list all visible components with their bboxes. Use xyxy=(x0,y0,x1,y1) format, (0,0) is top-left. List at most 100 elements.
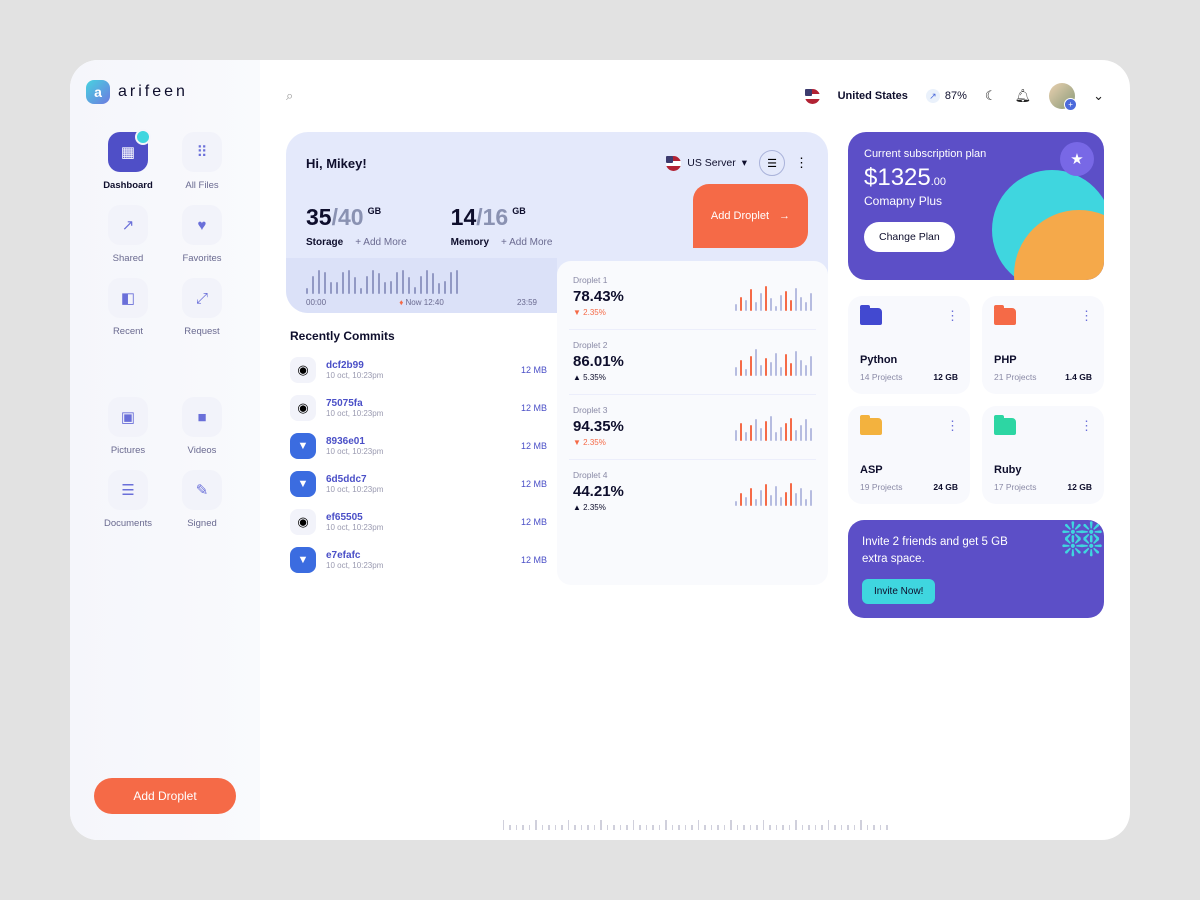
commits-list: ◉ dcf2b9910 oct, 10:23pm 12 MB◉ 75075fa1… xyxy=(290,357,547,573)
commit-time: 10 oct, 10:23pm xyxy=(326,523,511,532)
sidebar-item-recent[interactable]: ◧ Recent xyxy=(94,278,162,337)
brand-name: arifeen xyxy=(118,83,188,101)
bell-icon[interactable]: 🔔︎ xyxy=(1015,88,1032,104)
github-icon: ◉ xyxy=(290,395,316,421)
droplet-name: Droplet 3 xyxy=(573,405,727,415)
commit-time: 10 oct, 10:23pm xyxy=(326,447,511,456)
avatar[interactable] xyxy=(1049,83,1075,109)
folder-name: ASP xyxy=(860,464,958,476)
sidebar-item-shared[interactable]: ↗Shared xyxy=(94,205,162,264)
nav-label: Request xyxy=(184,326,219,337)
nav-tile-icon: ■ xyxy=(182,397,222,437)
add-memory-link[interactable]: + Add More xyxy=(501,237,552,248)
memory-label: Memory xyxy=(451,237,489,248)
folder-more-icon[interactable]: ⋮ xyxy=(946,418,958,435)
github-icon: ◉ xyxy=(290,357,316,383)
trend-stat: ↗ 87% xyxy=(926,89,967,103)
commit-row[interactable]: ▼ 6d5ddc710 oct, 10:23pm 12 MB xyxy=(290,471,547,497)
storage-stat: 35/40GB Storage + Add More xyxy=(306,204,407,248)
nav-label: Signed xyxy=(187,518,217,529)
user-menu-chevron-icon[interactable]: ⌄ xyxy=(1093,88,1104,104)
add-droplet-sidebar-button[interactable]: Add Droplet xyxy=(94,778,236,814)
folder-icon xyxy=(994,308,1016,325)
folder-size: 1.4 GB xyxy=(1065,372,1092,382)
star-icon: ★ xyxy=(1060,142,1094,176)
storage-label: Storage xyxy=(306,237,343,248)
folder-card-asp[interactable]: ⋮ ASP 19 Projects24 GB xyxy=(848,406,970,504)
folder-card-ruby[interactable]: ⋮ Ruby 17 Projects12 GB xyxy=(982,406,1104,504)
nav-tile-icon: ◧ xyxy=(108,278,148,318)
add-droplet-button[interactable]: Add Droplet → xyxy=(693,184,808,248)
footer-ticks xyxy=(286,818,1104,830)
droplet-row[interactable]: Droplet 1 78.43% ▼ 2.35% xyxy=(569,265,816,330)
sidebar-item-videos[interactable]: ■Videos xyxy=(168,397,236,456)
droplet-pct: 44.21% xyxy=(573,483,727,500)
droplet-row[interactable]: Droplet 2 86.01% ▲ 5.35% xyxy=(569,330,816,395)
brand: a arifeen xyxy=(70,78,260,132)
invite-decoration-icon: ❊❊❊❊ xyxy=(1061,526,1098,554)
dark-mode-icon[interactable]: ☾ xyxy=(985,88,997,104)
folder-more-icon[interactable]: ⋮ xyxy=(1080,308,1092,325)
timeline-end: 23:59 xyxy=(517,298,537,307)
commits-title: Recently Commits xyxy=(290,329,547,343)
folder-icon xyxy=(994,418,1016,435)
droplet-delta: ▼ 2.35% xyxy=(573,438,727,447)
commit-hash: dcf2b99 xyxy=(326,360,511,371)
sidebar-item-all-files[interactable]: ⠿All Files xyxy=(168,132,236,191)
sidebar-item-pictures[interactable]: ▣Pictures xyxy=(94,397,162,456)
timeline-chart: 00:00 ♦ Now 12:40 23:59 xyxy=(286,258,557,313)
more-icon[interactable]: ⋮ xyxy=(795,155,808,171)
sidebar-item-dashboard[interactable]: ▦Dashboard xyxy=(94,132,162,191)
droplet-row[interactable]: Droplet 3 94.35% ▼ 2.35% xyxy=(569,395,816,460)
folder-more-icon[interactable]: ⋮ xyxy=(1080,418,1092,435)
bitbucket-icon: ▼ xyxy=(290,471,316,497)
arrow-right-icon: → xyxy=(779,210,790,222)
sidebar-item-request[interactable]: ⤢Request xyxy=(168,278,236,337)
search-icon[interactable]: ⌕ xyxy=(286,88,293,104)
folder-size: 12 GB xyxy=(1067,482,1092,492)
commit-row[interactable]: ▼ 8936e0110 oct, 10:23pm 12 MB xyxy=(290,433,547,459)
trend-up-icon: ↗ xyxy=(926,89,940,103)
sidebar-item-documents[interactable]: ☰Documents xyxy=(94,470,162,529)
droplet-sparkline xyxy=(735,346,813,376)
invite-button[interactable]: Invite Now! xyxy=(862,579,935,604)
droplet-delta: ▼ 2.35% xyxy=(573,308,727,317)
folder-card-python[interactable]: ⋮ Python 14 Projects12 GB xyxy=(848,296,970,394)
folder-projects: 19 Projects xyxy=(860,482,903,492)
nav-label: Recent xyxy=(113,326,143,337)
folder-more-icon[interactable]: ⋮ xyxy=(946,308,958,325)
server-select[interactable]: US Server ▾ xyxy=(666,156,747,171)
folder-icon xyxy=(860,308,882,325)
commit-row[interactable]: ◉ dcf2b9910 oct, 10:23pm 12 MB xyxy=(290,357,547,383)
folder-name: Ruby xyxy=(994,464,1092,476)
droplet-delta: ▲ 5.35% xyxy=(573,373,727,382)
nav-tile-icon: ☰ xyxy=(108,470,148,510)
droplet-sparkline xyxy=(735,411,813,441)
sidebar-item-favorites[interactable]: ♥Favorites xyxy=(168,205,236,264)
folder-card-php[interactable]: ⋮ PHP 21 Projects1.4 GB xyxy=(982,296,1104,394)
nav-label: Dashboard xyxy=(103,180,153,191)
droplet-row[interactable]: Droplet 4 44.21% ▲ 2.35% xyxy=(569,460,816,524)
commit-size: 12 MB xyxy=(521,517,547,527)
commit-size: 12 MB xyxy=(521,365,547,375)
folder-projects: 14 Projects xyxy=(860,372,903,382)
commit-hash: ef65505 xyxy=(326,512,511,523)
droplet-name: Droplet 4 xyxy=(573,470,727,480)
commit-row[interactable]: ◉ ef6550510 oct, 10:23pm 12 MB xyxy=(290,509,547,535)
droplet-pct: 86.01% xyxy=(573,353,727,370)
folder-size: 12 GB xyxy=(933,372,958,382)
commit-time: 10 oct, 10:23pm xyxy=(326,371,511,380)
chevron-down-icon: ▾ xyxy=(742,157,747,169)
commit-row[interactable]: ▼ e7efafc10 oct, 10:23pm 12 MB xyxy=(290,547,547,573)
nav-tile-icon: ▣ xyxy=(108,397,148,437)
add-storage-link[interactable]: + Add More xyxy=(355,237,406,248)
memory-unit: GB xyxy=(512,206,526,216)
commit-row[interactable]: ◉ 75075fa10 oct, 10:23pm 12 MB xyxy=(290,395,547,421)
change-plan-button[interactable]: Change Plan xyxy=(864,222,955,252)
region-label[interactable]: United States xyxy=(838,90,908,102)
filter-button[interactable]: ☰ xyxy=(759,150,785,176)
sidebar-item-signed[interactable]: ✎Signed xyxy=(168,470,236,529)
commit-size: 12 MB xyxy=(521,479,547,489)
invite-text: Invite 2 friends and get 5 GB extra spac… xyxy=(862,534,1026,569)
commit-time: 10 oct, 10:23pm xyxy=(326,409,511,418)
